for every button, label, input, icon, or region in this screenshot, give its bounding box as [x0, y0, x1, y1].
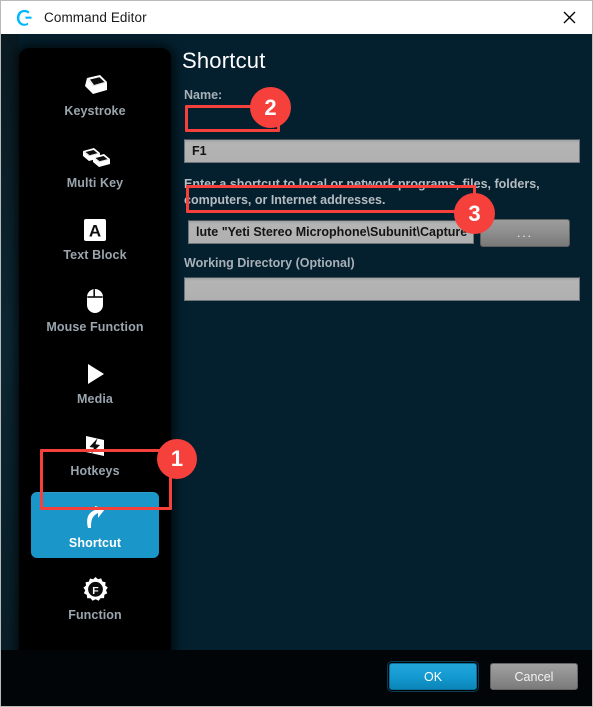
- close-icon[interactable]: [547, 1, 592, 33]
- mouse-icon: [84, 285, 106, 315]
- multi-keycap-icon: [79, 141, 111, 171]
- sidebar-item-label: Function: [68, 607, 122, 622]
- sidebar-item-label: Multi Key: [66, 175, 124, 190]
- dialog-body: Keystroke Multi Key A Text Block Mouse F…: [1, 34, 592, 706]
- shortcut-description: Enter a shortcut to local or network pro…: [184, 177, 540, 207]
- logitech-g-logo-icon: [16, 9, 32, 26]
- sidebar-item-label: Media: [77, 391, 113, 406]
- sidebar-item-function[interactable]: F Function: [31, 564, 159, 630]
- command-type-sidebar: Keystroke Multi Key A Text Block Mouse F…: [19, 48, 171, 693]
- name-input-value: F1: [192, 144, 207, 158]
- page-title: Shortcut: [182, 48, 266, 73]
- shortcut-path-input[interactable]: lute "Yeti Stereo Microphone\Subunit\Cap…: [188, 220, 474, 244]
- svg-text:F: F: [92, 585, 99, 597]
- sidebar-item-label: Shortcut: [68, 535, 122, 550]
- shortcut-settings-panel: Shortcut Name: F1 Enter a shortcut to lo…: [182, 34, 592, 706]
- working-directory-label: Working Directory (Optional): [184, 256, 355, 270]
- sidebar-item-keystroke[interactable]: Keystroke: [31, 60, 159, 126]
- ok-button-label: OK: [423, 669, 443, 684]
- window-title: Command Editor: [44, 10, 147, 25]
- name-label: Name:: [184, 88, 223, 102]
- ok-button[interactable]: OK: [387, 661, 479, 692]
- keycap-icon: [80, 69, 110, 99]
- cancel-button-label: Cancel: [514, 669, 554, 684]
- sidebar-item-text-block[interactable]: A Text Block: [31, 204, 159, 270]
- sidebar-item-label: Hotkeys: [70, 463, 120, 478]
- close-glyph: [563, 11, 576, 23]
- cancel-button[interactable]: Cancel: [490, 663, 578, 690]
- sidebar-item-media[interactable]: Media: [31, 348, 159, 414]
- working-directory-input[interactable]: [184, 277, 580, 301]
- sidebar-item-hotkeys[interactable]: Hotkeys: [31, 420, 159, 486]
- browse-button-label: ...: [516, 226, 533, 240]
- arrow-up-right-icon: [82, 501, 108, 531]
- sidebar-item-label: Keystroke: [64, 103, 126, 118]
- svg-text:A: A: [89, 221, 101, 240]
- sidebar-item-mouse-function[interactable]: Mouse Function: [31, 276, 159, 342]
- sidebar-item-label: Mouse Function: [46, 319, 144, 334]
- command-editor-window: Command Editor Keystroke Multi Key A Tex…: [0, 0, 593, 707]
- browse-button[interactable]: ...: [480, 219, 570, 247]
- titlebar: Command Editor: [1, 1, 592, 35]
- sidebar-item-shortcut[interactable]: Shortcut: [31, 492, 159, 558]
- play-triangle-icon: [82, 357, 108, 387]
- gear-f-icon: F: [82, 573, 109, 603]
- sidebar-item-label: Text Block: [63, 247, 127, 262]
- lightning-flag-icon: [82, 429, 108, 459]
- shortcut-path-value: lute "Yeti Stereo Microphone\Subunit\Cap…: [196, 225, 474, 239]
- letter-a-block-icon: A: [82, 213, 108, 243]
- sidebar-item-multi-key[interactable]: Multi Key: [31, 132, 159, 198]
- name-input[interactable]: F1: [184, 139, 580, 163]
